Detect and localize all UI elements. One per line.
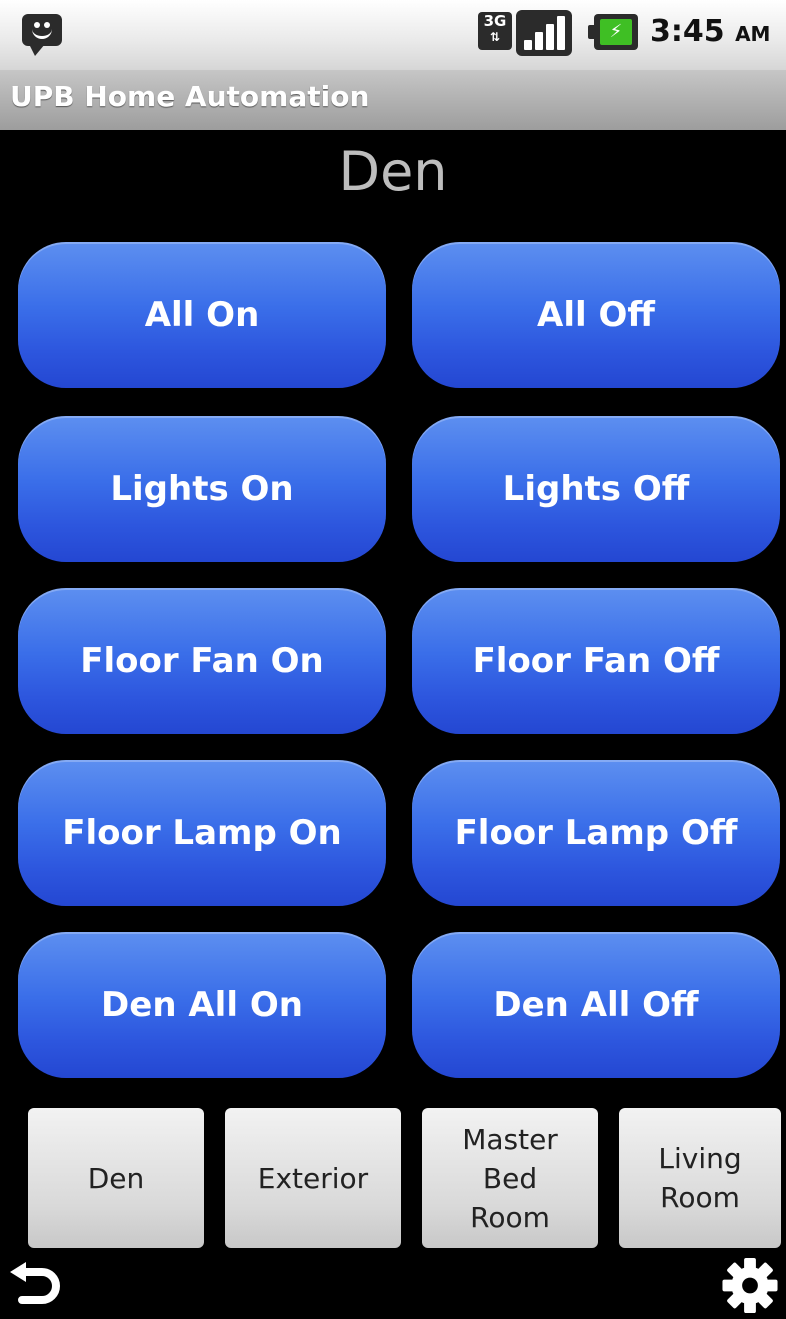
floor-lamp-off-button[interactable]: Floor Lamp Off bbox=[412, 760, 780, 906]
room-tab-label: Master Bed Room bbox=[462, 1122, 558, 1234]
charging-bolt-glyph: ⚡ bbox=[609, 21, 623, 42]
room-tab-den[interactable]: Den bbox=[28, 1108, 204, 1248]
all-on-button[interactable]: All On bbox=[18, 242, 386, 388]
den-all-on-button[interactable]: Den All On bbox=[18, 932, 386, 1078]
room-tab-master-bed-room[interactable]: Master Bed Room bbox=[422, 1108, 598, 1248]
clock-ampm: AM bbox=[735, 22, 771, 46]
data-arrows-glyph: ⇅ bbox=[489, 30, 501, 44]
app-title: UPB Home Automation bbox=[10, 80, 370, 113]
room-tab-living-room[interactable]: Living Room bbox=[619, 1108, 781, 1248]
status-bar: 3G ⇅ ⚡ 3:45 AM bbox=[0, 0, 786, 70]
notification-smiley-icon[interactable] bbox=[22, 14, 62, 56]
floor-lamp-on-button[interactable]: Floor Lamp On bbox=[18, 760, 386, 906]
lights-on-button[interactable]: Lights On bbox=[18, 416, 386, 562]
lights-off-button[interactable]: Lights Off bbox=[412, 416, 780, 562]
floor-fan-on-button[interactable]: Floor Fan On bbox=[18, 588, 386, 734]
room-tab-exterior[interactable]: Exterior bbox=[225, 1108, 401, 1248]
status-clock: 3:45 AM bbox=[650, 14, 770, 49]
den-all-off-button[interactable]: Den All Off bbox=[412, 932, 780, 1078]
settings-gear-icon[interactable] bbox=[720, 1256, 780, 1315]
room-tab-label: Den bbox=[87, 1161, 145, 1195]
3g-data-icon: 3G ⇅ bbox=[478, 12, 512, 50]
battery-charging-icon: ⚡ bbox=[588, 14, 638, 50]
floor-fan-off-button[interactable]: Floor Fan Off bbox=[412, 588, 780, 734]
clock-time: 3:45 bbox=[650, 14, 725, 49]
room-title: Den bbox=[338, 140, 448, 203]
room-tab-label: Exterior bbox=[257, 1161, 369, 1195]
room-tab-label: Living Room bbox=[658, 1142, 742, 1214]
app-title-bar: UPB Home Automation bbox=[0, 70, 786, 130]
back-icon[interactable] bbox=[8, 1262, 64, 1312]
all-off-button[interactable]: All Off bbox=[412, 242, 780, 388]
room-selector: Den Exterior Master Bed Room Living Room bbox=[0, 1108, 786, 1250]
signal-strength-icon bbox=[516, 10, 572, 56]
network-type-label: 3G bbox=[483, 12, 507, 30]
